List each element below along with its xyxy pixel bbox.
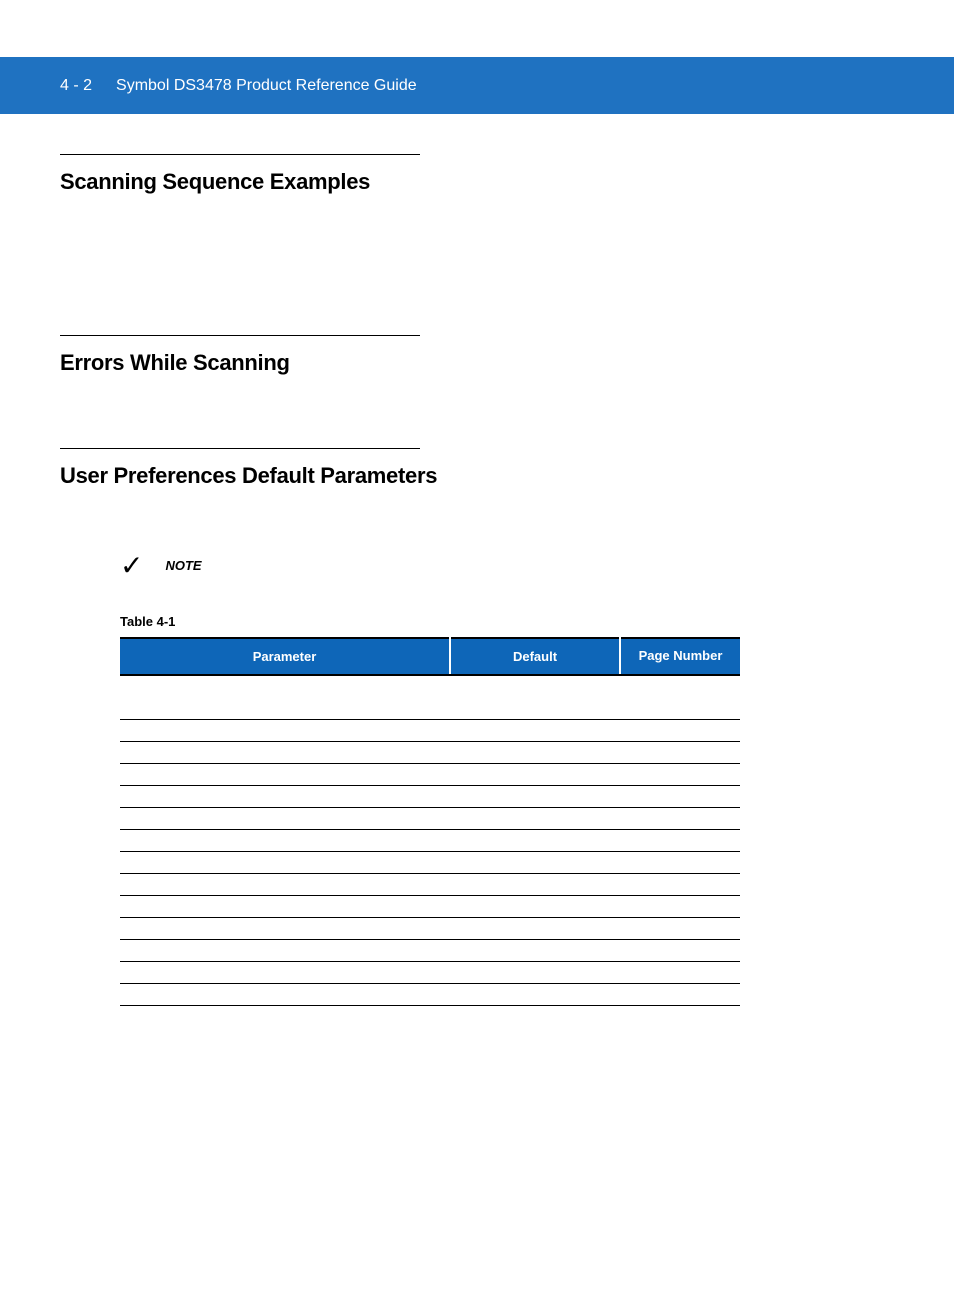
table-row (120, 961, 740, 983)
table-cell-page (620, 675, 740, 697)
table-row (120, 697, 740, 719)
table-cell-default (450, 807, 620, 829)
table-cell-parameter (120, 741, 450, 763)
table-cell-default (450, 741, 620, 763)
section-heading: User Preferences Default Parameters (60, 463, 894, 489)
table-cell-parameter (120, 719, 450, 741)
table-row (120, 917, 740, 939)
table-row (120, 741, 740, 763)
table-cell-page (620, 961, 740, 983)
table-cell-page (620, 939, 740, 961)
table-cell-parameter (120, 917, 450, 939)
table-cell-default (450, 961, 620, 983)
table-cell-page (620, 917, 740, 939)
checkmark-icon: ✓ (120, 549, 143, 582)
table-cell-default (450, 785, 620, 807)
col-header-parameter: Parameter (120, 638, 450, 675)
table-cell-parameter (120, 675, 450, 697)
table-cell-page (620, 851, 740, 873)
section-heading: Scanning Sequence Examples (60, 169, 894, 195)
table-cell-page (620, 719, 740, 741)
page-number: 4 - 2 (60, 77, 92, 95)
table-row (120, 675, 740, 697)
table-row (120, 851, 740, 873)
note-label: NOTE (165, 558, 201, 573)
col-header-page: Page Number (620, 638, 740, 675)
section-rule (60, 448, 420, 449)
table-row (120, 939, 740, 961)
table-row (120, 807, 740, 829)
section-rule (60, 335, 420, 336)
table-cell-default (450, 829, 620, 851)
table-cell-default (450, 895, 620, 917)
table-cell-parameter (120, 961, 450, 983)
table-cell-parameter (120, 785, 450, 807)
table-cell-default (450, 917, 620, 939)
page-content: Scanning Sequence Examples Errors While … (0, 114, 954, 1006)
table-cell-default (450, 763, 620, 785)
table-cell-parameter (120, 895, 450, 917)
table-cell-parameter (120, 697, 450, 719)
parameters-table: Parameter Default Page Number (120, 637, 740, 1006)
table-row (120, 763, 740, 785)
table-cell-page (620, 697, 740, 719)
section-rule (60, 154, 420, 155)
table-cell-parameter (120, 807, 450, 829)
note-block: ✓ NOTE (120, 549, 894, 582)
table-cell-page (620, 741, 740, 763)
table-row (120, 785, 740, 807)
table-row (120, 719, 740, 741)
table-cell-page (620, 983, 740, 1005)
table-cell-page (620, 829, 740, 851)
table-cell-page (620, 785, 740, 807)
table-cell-default (450, 983, 620, 1005)
doc-title: Symbol DS3478 Product Reference Guide (116, 77, 417, 95)
table-cell-parameter (120, 939, 450, 961)
table-cell-default (450, 697, 620, 719)
table-row (120, 873, 740, 895)
table-cell-default (450, 675, 620, 697)
table-header-row: Parameter Default Page Number (120, 638, 740, 675)
table-cell-parameter (120, 983, 450, 1005)
table-cell-page (620, 895, 740, 917)
table-cell-parameter (120, 829, 450, 851)
table-cell-page (620, 763, 740, 785)
table-cell-parameter (120, 763, 450, 785)
table-row (120, 895, 740, 917)
table-cell-parameter (120, 873, 450, 895)
table-body (120, 675, 740, 1005)
table-row (120, 983, 740, 1005)
section-heading: Errors While Scanning (60, 350, 894, 376)
col-header-default: Default (450, 638, 620, 675)
page-header: 4 - 2 Symbol DS3478 Product Reference Gu… (0, 57, 954, 114)
table-cell-default (450, 719, 620, 741)
table-cell-page (620, 807, 740, 829)
table-cell-default (450, 873, 620, 895)
table-cell-parameter (120, 851, 450, 873)
table-caption: Table 4-1 (120, 614, 894, 629)
table-cell-page (620, 873, 740, 895)
table-cell-default (450, 851, 620, 873)
table-cell-default (450, 939, 620, 961)
table-row (120, 829, 740, 851)
